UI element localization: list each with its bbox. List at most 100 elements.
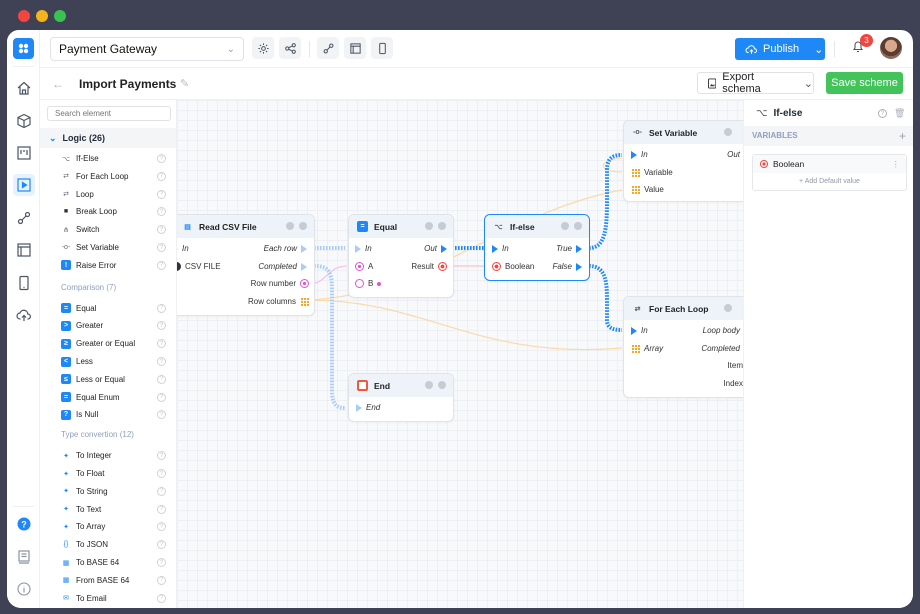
palette-item[interactable]: = Equal Enum? [40,389,176,406]
help-icon[interactable] [425,222,433,230]
palette-item[interactable]: ✦ To Float? [40,465,176,482]
value-port[interactable] [631,185,640,194]
book-icon[interactable] [13,546,35,568]
palette-item[interactable]: ▦ To BASE 64? [40,554,176,571]
help-icon[interactable] [425,381,433,389]
help-icon[interactable]: ? [157,243,166,252]
help-icon[interactable]: ? [157,469,166,478]
each-row-port[interactable] [301,244,307,253]
node-set-variable[interactable]: -o- Set Variable In Variable Value Out [623,120,743,202]
more-vertical-icon[interactable]: ⋮ [892,159,901,170]
help-icon[interactable]: ? [878,109,887,118]
help-icon[interactable]: ? [157,339,166,349]
close-window-button[interactable] [18,10,30,22]
help-icon[interactable]: ? [157,357,166,366]
info-icon[interactable] [13,578,35,600]
exec-in-port[interactable] [631,150,637,159]
exec-in-port[interactable] [355,244,361,253]
result-port[interactable] [438,262,447,271]
home-icon[interactable] [13,77,35,99]
exec-in-port[interactable] [177,244,178,253]
help-icon[interactable]: ? [157,303,166,313]
palette-item[interactable]: ▦ From BASE 64? [40,572,176,589]
palette-item[interactable]: < Less? [40,353,176,370]
app-logo[interactable] [13,38,34,59]
palette-item[interactable]: > Greater? [40,317,176,334]
cloud-upload-icon[interactable] [13,304,35,326]
search-element-input[interactable] [47,106,171,121]
boolean-port[interactable] [492,262,501,271]
b-port[interactable] [355,279,364,288]
help-icon[interactable]: ? [157,451,166,461]
back-arrow-icon[interactable]: ← [52,77,64,91]
help-icon[interactable] [724,304,732,312]
help-icon[interactable]: ? [157,171,166,181]
help-icon[interactable]: ? [157,410,166,420]
minimize-window-button[interactable] [36,10,48,22]
row-number-port[interactable] [300,279,309,288]
logic-group-header[interactable]: ⌄ Logic (26) [40,128,176,148]
publish-button[interactable]: Publish ⌄ [735,38,825,60]
help-icon[interactable]: ? [157,575,166,585]
help-icon[interactable]: ? [157,522,166,532]
trash-icon[interactable]: 🗑 [894,108,905,119]
palette-item[interactable]: ■ Break Loop? [40,203,176,220]
add-default-value-link[interactable]: + Add Default value [753,173,906,191]
node-read-csv-file[interactable]: ▤ Read CSV File In CSV FILE Each row Comp… [177,214,315,316]
out-port[interactable] [441,244,447,253]
project-select[interactable]: Payment Gateway ⌄ [50,37,244,61]
play-flow-icon[interactable] [13,174,35,196]
help-icon[interactable]: ? [157,154,166,163]
comment-icon[interactable] [299,222,307,230]
palette-item[interactable]: ✉ To Email? [40,590,176,607]
add-variable-icon[interactable]: + [899,126,906,146]
save-scheme-button[interactable]: Save scheme [826,72,903,94]
completed-port[interactable] [301,262,307,271]
help-icon[interactable]: ? [157,486,166,496]
help-icon[interactable]: ? [157,374,166,384]
palette-item[interactable]: ✦ To String? [40,483,176,500]
palette-item[interactable]: {} To JSON? [40,536,176,553]
help-icon[interactable]: ? [157,207,166,217]
help-icon[interactable]: ? [157,189,166,199]
help-icon[interactable]: ? [13,513,35,535]
comment-icon[interactable] [574,222,582,230]
true-port[interactable] [576,244,582,253]
help-icon[interactable]: ? [157,593,166,603]
exec-in-port[interactable] [492,244,498,253]
help-icon[interactable]: ? [157,540,166,550]
palette-item[interactable]: ? Is Null? [40,406,176,423]
palette-item[interactable]: ! Raise Error? [40,257,176,274]
help-icon[interactable] [286,222,294,230]
comment-icon[interactable] [438,381,446,389]
node-for-each-loop[interactable]: ⇄ For Each Loop In Array Loop body Comple… [623,296,743,398]
palette-item[interactable]: ⋔ Switch? [40,221,176,238]
palette-item[interactable]: = Equal? [40,300,176,317]
export-schema-button[interactable]: Export schema ⌄ [697,71,814,95]
csv-file-port[interactable] [177,262,181,271]
palette-item[interactable]: ✦ To Integer? [40,447,176,464]
link-icon[interactable] [13,207,35,229]
help-icon[interactable]: ? [157,392,166,402]
palette-item[interactable]: ✦ To Array? [40,518,176,535]
palette-item[interactable]: ⇄ Loop? [40,186,176,203]
comment-icon[interactable] [438,222,446,230]
board-icon[interactable] [13,142,35,164]
palette-item[interactable]: ⌥ If-Else? [40,150,176,167]
help-icon[interactable]: ? [157,504,166,514]
palette-item[interactable]: ≥ Greater or Equal? [40,335,176,352]
help-icon[interactable] [724,128,732,136]
user-avatar[interactable] [880,37,902,59]
help-icon[interactable]: ? [157,225,166,235]
node-equal[interactable]: = Equal In A B Out Result [348,214,454,298]
palette-item[interactable]: ⇄ For Each Loop? [40,168,176,185]
variable-port[interactable] [631,168,640,177]
share-button[interactable] [279,37,301,59]
layout-icon[interactable] [13,239,35,261]
flow-canvas[interactable]: ▤ Read CSV File In CSV FILE Each row Comp… [177,100,743,608]
node-end[interactable]: End End [348,373,454,422]
false-port[interactable] [576,262,582,271]
help-icon[interactable]: ? [157,260,166,270]
row-columns-port[interactable] [300,297,309,306]
a-port[interactable] [355,262,364,271]
